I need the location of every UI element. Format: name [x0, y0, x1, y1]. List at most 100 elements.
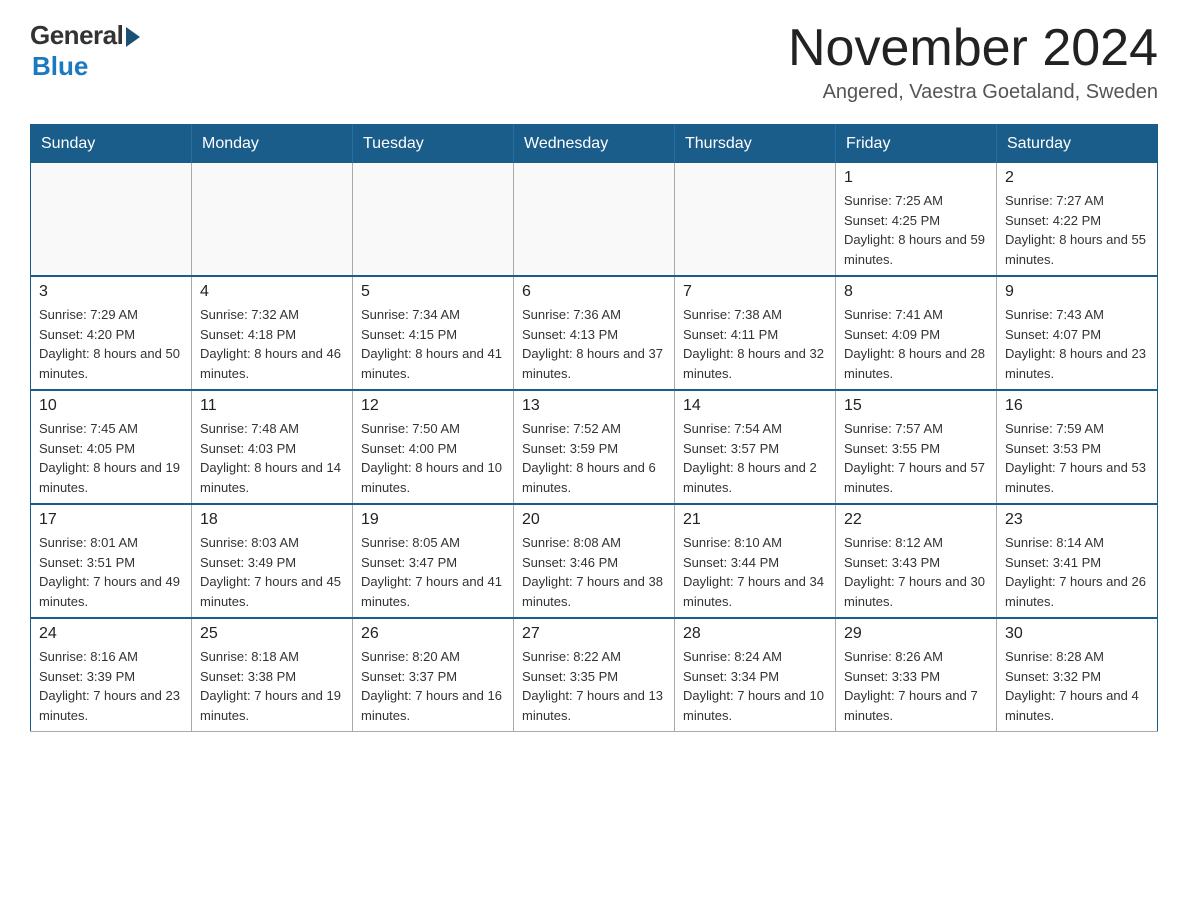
- calendar-cell: [353, 163, 514, 276]
- day-info: Sunrise: 8:12 AM Sunset: 3:43 PM Dayligh…: [844, 533, 988, 611]
- day-number: 18: [200, 511, 344, 529]
- day-number: 27: [522, 625, 666, 643]
- day-number: 30: [1005, 625, 1149, 643]
- title-area: November 2024 Angered, Vaestra Goetaland…: [788, 20, 1158, 104]
- calendar-cell: 6Sunrise: 7:36 AM Sunset: 4:13 PM Daylig…: [514, 276, 675, 390]
- day-number: 13: [522, 397, 666, 415]
- day-number: 8: [844, 283, 988, 301]
- day-info: Sunrise: 8:14 AM Sunset: 3:41 PM Dayligh…: [1005, 533, 1149, 611]
- calendar-cell: 10 Sunrise: 7:45 AM Sunset: 4:05 PM Dayli…: [31, 390, 192, 504]
- weekday-header-friday: Friday: [836, 125, 997, 164]
- day-number: 25: [200, 625, 344, 643]
- calendar-cell: [675, 163, 836, 276]
- calendar-cell: 4 Sunrise: 7:32 AM Sunset: 4:18 PM Daylig…: [192, 276, 353, 390]
- day-number: 12: [361, 397, 505, 415]
- calendar-cell: 3 Sunrise: 7:29 AM Sunset: 4:20 PM Daylig…: [31, 276, 192, 390]
- day-number: 3: [39, 283, 183, 301]
- location-text: Angered, Vaestra Goetaland, Sweden: [788, 81, 1158, 104]
- calendar-cell: 25Sunrise: 8:18 AM Sunset: 3:38 PM Dayli…: [192, 618, 353, 732]
- logo-general-text: General: [30, 20, 123, 51]
- calendar-cell: 9Sunrise: 7:43 AM Sunset: 4:07 PM Daylig…: [997, 276, 1158, 390]
- day-number: 26: [361, 625, 505, 643]
- weekday-header-tuesday: Tuesday: [353, 125, 514, 164]
- day-info: Sunrise: 8:16 AM Sunset: 3:39 PM Dayligh…: [39, 647, 183, 725]
- logo-arrow-icon: [126, 27, 140, 47]
- day-info: Sunrise: 7:50 AM Sunset: 4:00 PM Dayligh…: [361, 419, 505, 497]
- day-info: Sunrise: 7:32 AM Sunset: 4:18 PM Dayligh…: [200, 305, 344, 383]
- page-header: General Blue November 2024 Angered, Vaes…: [30, 20, 1158, 104]
- day-number: 6: [522, 283, 666, 301]
- day-number: 24: [39, 625, 183, 643]
- day-number: 11: [200, 397, 344, 415]
- day-info: Sunrise: 7:59 AM Sunset: 3:53 PM Dayligh…: [1005, 419, 1149, 497]
- day-number: 23: [1005, 511, 1149, 529]
- calendar-cell: 24 Sunrise: 8:16 AM Sunset: 3:39 PM Dayli…: [31, 618, 192, 732]
- day-info: Sunrise: 8:28 AM Sunset: 3:32 PM Dayligh…: [1005, 647, 1149, 725]
- calendar-cell: 12 Sunrise: 7:50 AM Sunset: 4:00 PM Dayli…: [353, 390, 514, 504]
- day-number: 5: [361, 283, 505, 301]
- day-number: 15: [844, 397, 988, 415]
- calendar-table: SundayMondayTuesdayWednesdayThursdayFrid…: [30, 124, 1158, 732]
- calendar-cell: 23 Sunrise: 8:14 AM Sunset: 3:41 PM Dayli…: [997, 504, 1158, 618]
- day-info: Sunrise: 7:25 AM Sunset: 4:25 PM Dayligh…: [844, 191, 988, 269]
- calendar-cell: 1 Sunrise: 7:25 AM Sunset: 4:25 PM Daylig…: [836, 163, 997, 276]
- logo-blue-text: Blue: [32, 51, 88, 82]
- day-info: Sunrise: 7:57 AM Sunset: 3:55 PM Dayligh…: [844, 419, 988, 497]
- day-number: 17: [39, 511, 183, 529]
- day-number: 19: [361, 511, 505, 529]
- calendar-week-row: 3 Sunrise: 7:29 AM Sunset: 4:20 PM Daylig…: [31, 276, 1158, 390]
- day-info: Sunrise: 7:54 AM Sunset: 3:57 PM Dayligh…: [683, 419, 827, 497]
- calendar-week-row: 1 Sunrise: 7:25 AM Sunset: 4:25 PM Daylig…: [31, 163, 1158, 276]
- calendar-cell: 16 Sunrise: 7:59 AM Sunset: 3:53 PM Dayli…: [997, 390, 1158, 504]
- calendar-cell: 21 Sunrise: 8:10 AM Sunset: 3:44 PM Dayli…: [675, 504, 836, 618]
- calendar-cell: 28Sunrise: 8:24 AM Sunset: 3:34 PM Dayli…: [675, 618, 836, 732]
- day-number: 16: [1005, 397, 1149, 415]
- calendar-cell: 30 Sunrise: 8:28 AM Sunset: 3:32 PM Dayli…: [997, 618, 1158, 732]
- weekday-header-thursday: Thursday: [675, 125, 836, 164]
- calendar-cell: 17Sunrise: 8:01 AM Sunset: 3:51 PM Dayli…: [31, 504, 192, 618]
- calendar-week-row: 24 Sunrise: 8:16 AM Sunset: 3:39 PM Dayli…: [31, 618, 1158, 732]
- day-number: 28: [683, 625, 827, 643]
- day-info: Sunrise: 7:38 AM Sunset: 4:11 PM Dayligh…: [683, 305, 827, 383]
- calendar-cell: 26 Sunrise: 8:20 AM Sunset: 3:37 PM Dayli…: [353, 618, 514, 732]
- day-number: 22: [844, 511, 988, 529]
- calendar-cell: 19Sunrise: 8:05 AM Sunset: 3:47 PM Dayli…: [353, 504, 514, 618]
- day-number: 1: [844, 169, 988, 187]
- weekday-header-wednesday: Wednesday: [514, 125, 675, 164]
- calendar-cell: 27 Sunrise: 8:22 AM Sunset: 3:35 PM Dayli…: [514, 618, 675, 732]
- day-number: 9: [1005, 283, 1149, 301]
- day-info: Sunrise: 7:52 AM Sunset: 3:59 PM Dayligh…: [522, 419, 666, 497]
- calendar-cell: 5 Sunrise: 7:34 AM Sunset: 4:15 PM Daylig…: [353, 276, 514, 390]
- calendar-cell: 18Sunrise: 8:03 AM Sunset: 3:49 PM Dayli…: [192, 504, 353, 618]
- day-info: Sunrise: 8:20 AM Sunset: 3:37 PM Dayligh…: [361, 647, 505, 725]
- weekday-header-sunday: Sunday: [31, 125, 192, 164]
- day-number: 7: [683, 283, 827, 301]
- calendar-week-row: 17Sunrise: 8:01 AM Sunset: 3:51 PM Dayli…: [31, 504, 1158, 618]
- day-info: Sunrise: 7:41 AM Sunset: 4:09 PM Dayligh…: [844, 305, 988, 383]
- day-number: 29: [844, 625, 988, 643]
- calendar-cell: 7 Sunrise: 7:38 AM Sunset: 4:11 PM Daylig…: [675, 276, 836, 390]
- day-number: 10: [39, 397, 183, 415]
- calendar-cell: 11 Sunrise: 7:48 AM Sunset: 4:03 PM Dayli…: [192, 390, 353, 504]
- calendar-cell: 20Sunrise: 8:08 AM Sunset: 3:46 PM Dayli…: [514, 504, 675, 618]
- day-info: Sunrise: 8:22 AM Sunset: 3:35 PM Dayligh…: [522, 647, 666, 725]
- weekday-header-monday: Monday: [192, 125, 353, 164]
- day-info: Sunrise: 8:10 AM Sunset: 3:44 PM Dayligh…: [683, 533, 827, 611]
- weekday-header-row: SundayMondayTuesdayWednesdayThursdayFrid…: [31, 125, 1158, 164]
- day-info: Sunrise: 7:27 AM Sunset: 4:22 PM Dayligh…: [1005, 191, 1149, 269]
- calendar-cell: 2 Sunrise: 7:27 AM Sunset: 4:22 PM Daylig…: [997, 163, 1158, 276]
- logo: General Blue: [30, 20, 140, 82]
- day-info: Sunrise: 7:34 AM Sunset: 4:15 PM Dayligh…: [361, 305, 505, 383]
- day-number: 20: [522, 511, 666, 529]
- calendar-week-row: 10 Sunrise: 7:45 AM Sunset: 4:05 PM Dayli…: [31, 390, 1158, 504]
- day-info: Sunrise: 7:45 AM Sunset: 4:05 PM Dayligh…: [39, 419, 183, 497]
- day-info: Sunrise: 7:29 AM Sunset: 4:20 PM Dayligh…: [39, 305, 183, 383]
- day-number: 21: [683, 511, 827, 529]
- day-number: 2: [1005, 169, 1149, 187]
- weekday-header-saturday: Saturday: [997, 125, 1158, 164]
- calendar-cell: [192, 163, 353, 276]
- day-info: Sunrise: 7:48 AM Sunset: 4:03 PM Dayligh…: [200, 419, 344, 497]
- calendar-cell: 8 Sunrise: 7:41 AM Sunset: 4:09 PM Daylig…: [836, 276, 997, 390]
- day-number: 4: [200, 283, 344, 301]
- day-info: Sunrise: 8:26 AM Sunset: 3:33 PM Dayligh…: [844, 647, 988, 725]
